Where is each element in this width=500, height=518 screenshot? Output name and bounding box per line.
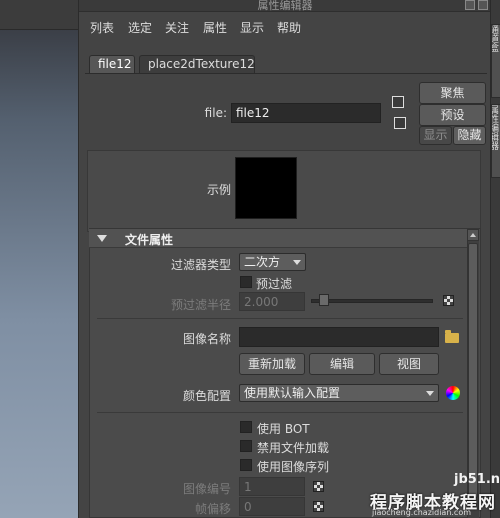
dock-tab-channel-box[interactable]: 通道盒 <box>491 24 500 98</box>
section-header-file-attributes[interactable]: 文件属性 <box>89 229 467 248</box>
menu-bar: 列表 选定 关注 属性 显示 帮助 <box>79 16 491 38</box>
sample-swatch <box>235 157 297 219</box>
hide-button[interactable]: 隐藏 <box>453 126 486 145</box>
right-dock: 通道盒 属性编辑器 <box>490 0 500 518</box>
menu-focus[interactable]: 关注 <box>165 19 189 36</box>
tab-place2dtexture12[interactable]: place2dTexture12 <box>139 55 255 73</box>
dock-tab-attribute-editor[interactable]: 属性编辑器 <box>491 104 500 178</box>
filter-type-label: 过滤器类型 <box>170 258 231 272</box>
input-connection-icon[interactable] <box>392 96 404 108</box>
menu-list[interactable]: 列表 <box>90 19 114 36</box>
show-button[interactable]: 显示 <box>419 126 452 145</box>
divider <box>97 318 463 319</box>
viewport-header-strip <box>0 0 78 30</box>
folder-icon[interactable] <box>445 330 459 343</box>
map-button-icon[interactable] <box>313 481 324 492</box>
view-button[interactable]: 视图 <box>379 353 439 375</box>
viewport-background <box>0 0 78 518</box>
presets-button[interactable]: 预设 <box>419 104 486 126</box>
disable-file-load-label: 禁用文件加载 <box>257 441 330 455</box>
pre-filter-checkbox[interactable] <box>240 276 252 288</box>
color-profile-dropdown[interactable]: 使用默认输入配置 <box>239 384 439 402</box>
color-profile-label: 颜色配置 <box>182 389 231 403</box>
window-titlebar: 属性编辑器 <box>79 0 491 12</box>
edit-button[interactable]: 编辑 <box>309 353 375 375</box>
pre-filter-radius-label: 预过滤半径 <box>170 298 231 312</box>
use-bot-label: 使用 BOT <box>257 422 310 436</box>
node-name-label: file: <box>204 106 227 120</box>
menu-help[interactable]: 帮助 <box>277 19 301 36</box>
focus-button[interactable]: 聚焦 <box>419 82 486 104</box>
collapse-arrow-icon <box>97 235 107 242</box>
pre-filter-radius-slider[interactable] <box>311 299 433 303</box>
section-title: 文件属性 <box>125 233 174 247</box>
menu-attributes[interactable]: 属性 <box>203 19 227 36</box>
use-image-sequence-label: 使用图像序列 <box>257 460 330 474</box>
divider <box>97 412 463 413</box>
image-name-field[interactable] <box>239 327 439 347</box>
node-name-field[interactable]: file12 <box>231 103 381 123</box>
filter-type-dropdown[interactable]: 二次方 <box>239 253 306 271</box>
window-title: 属性编辑器 <box>257 0 313 12</box>
color-profile-value: 使用默认输入配置 <box>244 386 341 400</box>
tab-underline <box>85 73 487 74</box>
map-button-icon[interactable] <box>313 501 324 512</box>
disable-file-load-checkbox[interactable] <box>240 440 252 452</box>
use-image-sequence-checkbox[interactable] <box>240 459 252 471</box>
reload-button[interactable]: 重新加载 <box>239 353 305 375</box>
color-wheel-icon[interactable] <box>446 386 460 400</box>
use-bot-checkbox[interactable] <box>240 421 252 433</box>
map-button-icon[interactable] <box>443 295 454 306</box>
frame-offset-label: 帧偏移 <box>194 502 231 516</box>
sample-label: 示例 <box>206 183 231 197</box>
chevron-down-icon <box>293 260 301 265</box>
output-connection-icon[interactable] <box>394 117 406 129</box>
scrollbar-thumb[interactable] <box>468 243 478 498</box>
attribute-editor-window: 属性编辑器 列表 选定 关注 属性 显示 帮助 file12 place2dTe… <box>78 0 491 518</box>
frame-offset-field[interactable]: 0 <box>239 497 305 516</box>
slider-handle[interactable] <box>319 294 329 306</box>
menu-selected[interactable]: 选定 <box>128 19 152 36</box>
watermark-url: jiaocheng.chazidian.com <box>372 508 472 517</box>
restore-icon[interactable] <box>465 0 475 10</box>
image-number-field[interactable]: 1 <box>239 477 305 496</box>
close-icon[interactable] <box>478 0 488 10</box>
menu-show[interactable]: 显示 <box>240 19 264 36</box>
filter-type-value: 二次方 <box>244 255 281 269</box>
watermark: jb51.net 程序脚本教程网 jiaocheng.chazidian.com <box>360 470 500 518</box>
chevron-down-icon <box>426 391 434 396</box>
image-number-label: 图像编号 <box>182 482 231 496</box>
pre-filter-label: 预过滤 <box>256 277 293 291</box>
scroll-up-arrow-icon[interactable] <box>467 229 479 241</box>
watermark-site: jb51.net <box>454 472 500 487</box>
tab-file12[interactable]: file12 <box>89 55 135 73</box>
image-name-label: 图像名称 <box>182 332 231 346</box>
pre-filter-radius-field[interactable]: 2.000 <box>239 292 305 311</box>
